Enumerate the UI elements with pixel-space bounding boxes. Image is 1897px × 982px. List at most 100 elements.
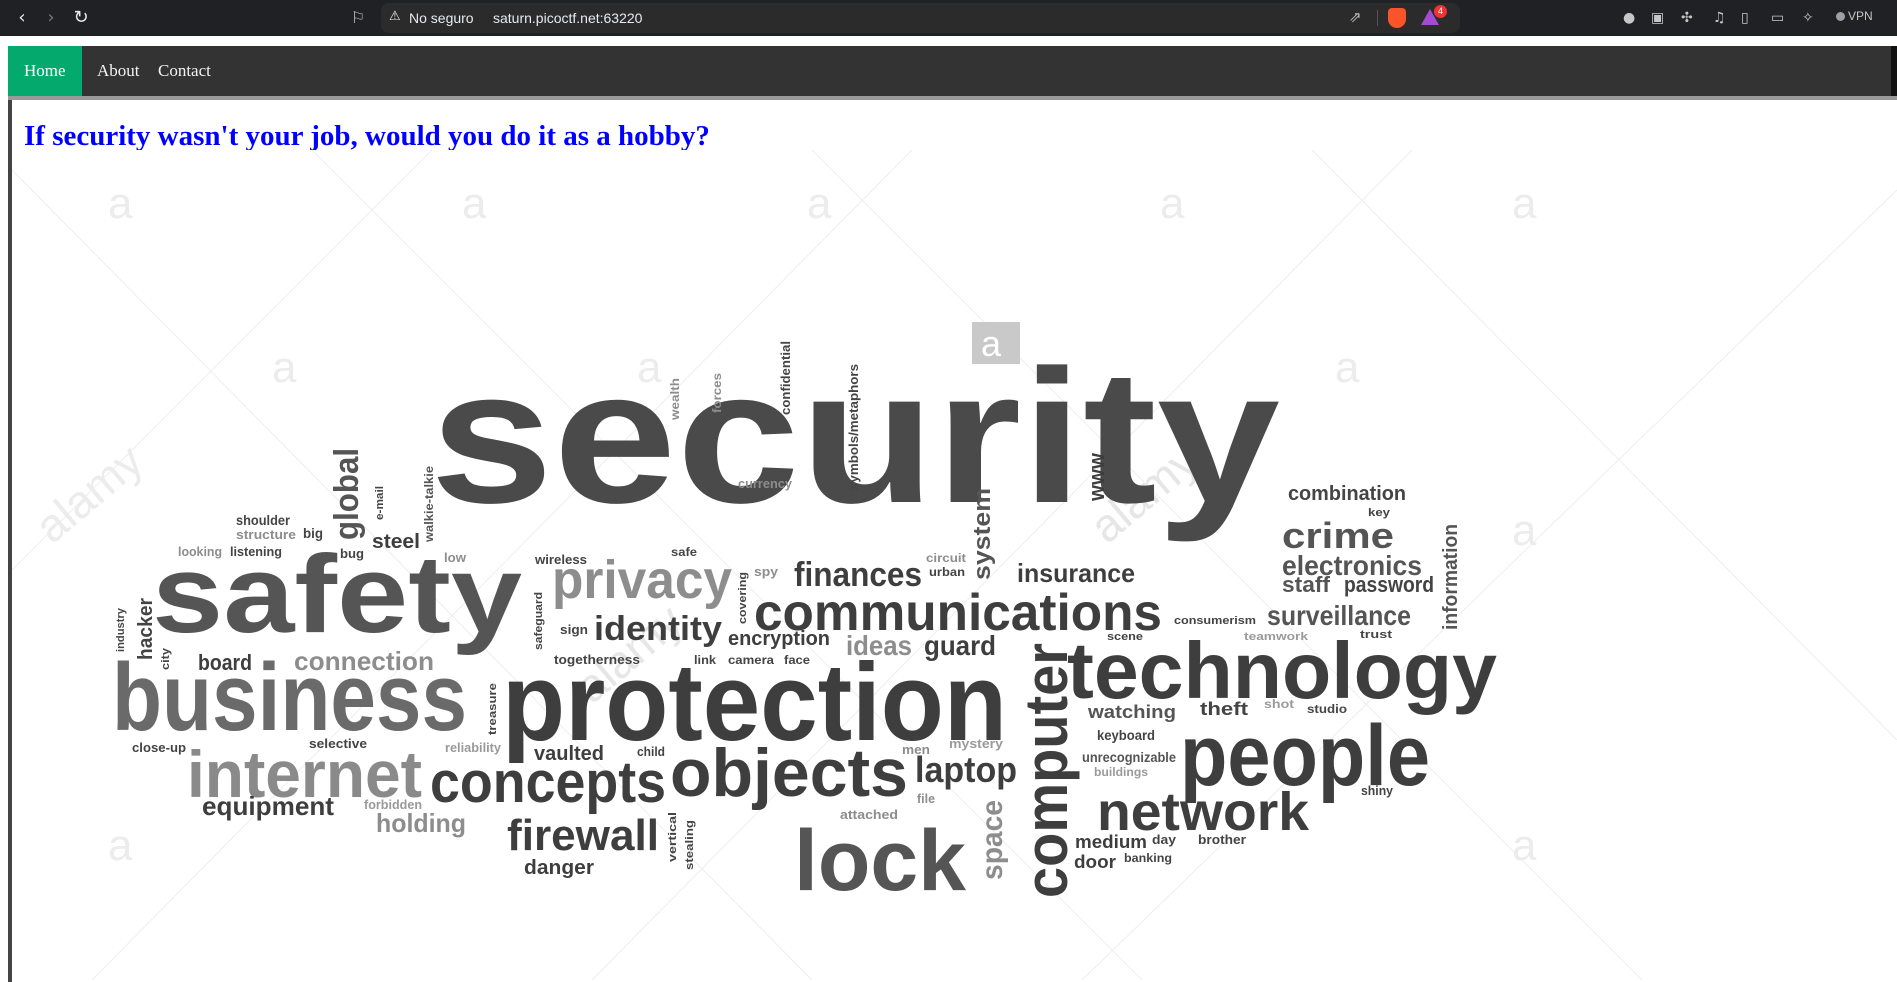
spacer bbox=[0, 36, 1897, 46]
bookmark-icon[interactable]: ⚐ bbox=[348, 7, 368, 29]
word-cloud-words: security safety business protection tech… bbox=[112, 331, 1498, 909]
word-ideas: ideas bbox=[846, 630, 912, 661]
word-wireless: wireless bbox=[534, 552, 587, 567]
word-shiny: shiny bbox=[1361, 783, 1394, 798]
watermark-a: a bbox=[108, 821, 133, 870]
nav-contact-link[interactable]: Contact bbox=[142, 46, 227, 96]
word-laptop: laptop bbox=[915, 749, 1017, 790]
word-togetherness: togetherness bbox=[554, 652, 640, 667]
reload-icon[interactable]: ↻ bbox=[70, 7, 92, 29]
watermark-a: a bbox=[1160, 179, 1185, 228]
word-equipment: equipment bbox=[202, 791, 334, 821]
watermark-a: a bbox=[1512, 821, 1537, 870]
top-navigation: Home About Contact bbox=[8, 46, 1897, 96]
word-structure: structure bbox=[236, 527, 296, 542]
word-banking: banking bbox=[1124, 851, 1172, 865]
word-consumerism: consumerism bbox=[1174, 615, 1256, 627]
word-low: low bbox=[444, 550, 467, 565]
url-text[interactable]: saturn.picoctf.net:63220 bbox=[493, 10, 642, 26]
chevron-right-icon[interactable]: › bbox=[40, 7, 62, 29]
word-shoulder: shoulder bbox=[236, 512, 290, 528]
word-reliability: reliability bbox=[445, 740, 502, 755]
sidebar-icon[interactable]: ▯ bbox=[1741, 8, 1749, 28]
extensions-icon[interactable]: ✣ bbox=[1681, 8, 1693, 28]
pdf-icon[interactable]: ▣ bbox=[1651, 8, 1664, 28]
word-unrecognizable: unrecognizable bbox=[1082, 749, 1176, 765]
word-finances: finances bbox=[794, 556, 922, 594]
watermark-a: a bbox=[272, 343, 297, 392]
word-spy: spy bbox=[754, 564, 779, 579]
word-stealing: stealing bbox=[684, 820, 696, 870]
word-holding: holding bbox=[376, 808, 466, 838]
word-camera: camera bbox=[728, 653, 774, 667]
chevron-left-icon[interactable]: ‹ bbox=[11, 7, 33, 29]
word-shot: shot bbox=[1264, 697, 1294, 711]
word-listening: listening bbox=[230, 544, 282, 559]
watermark-a: a bbox=[462, 179, 487, 228]
vpn-button[interactable]: VPN bbox=[1836, 9, 1873, 23]
word-treasure: treasure bbox=[487, 683, 499, 735]
watermark-alamy: alamy bbox=[25, 434, 152, 553]
warning-icon: ⚠ bbox=[389, 9, 401, 24]
browser-toolbar: ‹ › ↻ ⚐ ⚠ No seguro saturn.picoctf.net:6… bbox=[0, 0, 1897, 36]
share-icon[interactable]: ⇗ bbox=[1349, 8, 1362, 26]
wallet-icon[interactable]: ▭ bbox=[1771, 8, 1784, 28]
word-sign: sign bbox=[560, 622, 588, 637]
nav-home-link[interactable]: Home bbox=[8, 46, 82, 96]
word-city: city bbox=[160, 647, 172, 670]
page-heading: If security wasn't your job, would you d… bbox=[24, 120, 710, 152]
leo-ai-icon[interactable]: ✧ bbox=[1802, 8, 1814, 28]
cookie-icon[interactable]: ● bbox=[1623, 8, 1635, 28]
word-teamwork: teamwork bbox=[1244, 631, 1309, 643]
word-board: board bbox=[198, 650, 252, 675]
word-vaulted: vaulted bbox=[534, 743, 604, 765]
word-scene: scene bbox=[1107, 631, 1143, 643]
word-forbidden: forbidden bbox=[364, 797, 422, 812]
word-guard: guard bbox=[924, 630, 996, 661]
word-staff: staff bbox=[1282, 572, 1331, 597]
word-information: information bbox=[1440, 524, 1462, 630]
word-keyboard: keyboard bbox=[1097, 727, 1155, 743]
word-e-mail: e-mail bbox=[374, 486, 386, 520]
security-status[interactable]: No seguro bbox=[409, 10, 474, 26]
word-watching: watching bbox=[1087, 702, 1176, 722]
address-bar[interactable]: ⚠ No seguro saturn.picoctf.net:63220 ⇗ 4 bbox=[381, 3, 1460, 33]
word-confidential: confidential bbox=[778, 341, 793, 415]
watermark-a: a bbox=[807, 179, 832, 228]
word-industry: industry bbox=[115, 607, 127, 652]
word-wealth: wealth bbox=[668, 378, 682, 421]
word-child: child bbox=[637, 744, 665, 759]
word-day: day bbox=[1152, 832, 1177, 847]
watermark-a: a bbox=[1512, 179, 1537, 228]
word-attached: attached bbox=[840, 807, 898, 822]
word-file: file bbox=[917, 791, 935, 806]
word-surveillance: surveillance bbox=[1267, 600, 1411, 631]
word-walkie-talkie: walkie-talkie bbox=[422, 466, 436, 543]
word-identity: identity bbox=[594, 610, 722, 648]
word-computer: computer bbox=[1013, 643, 1080, 898]
word-safe: safe bbox=[671, 545, 697, 559]
word-covering: covering bbox=[737, 572, 749, 624]
word-close-up: close-up bbox=[132, 740, 186, 755]
watermark-a: a bbox=[108, 179, 133, 228]
word-cloud: a a a a a a a a a a a a alamy alamy alam… bbox=[12, 150, 1897, 981]
word-face: face bbox=[784, 653, 810, 667]
word-vertical: vertical bbox=[667, 812, 679, 862]
word-lock: lock bbox=[794, 813, 966, 909]
word-global: global bbox=[328, 448, 366, 540]
page-content: Home About Contact If security wasn't yo… bbox=[8, 46, 1897, 982]
word-system: system bbox=[969, 488, 996, 580]
word-password: password bbox=[1344, 572, 1434, 597]
word-hacker: hacker bbox=[135, 598, 157, 660]
brave-shields-icon[interactable] bbox=[1388, 8, 1406, 28]
music-icon[interactable]: ♫ bbox=[1713, 8, 1726, 28]
word-danger: danger bbox=[524, 857, 594, 879]
word-encryption: encryption bbox=[728, 628, 830, 650]
word-currency: currency bbox=[738, 476, 793, 491]
word-buildings: buildings bbox=[1094, 765, 1148, 779]
word-combination: combination bbox=[1288, 483, 1406, 505]
word-theft: theft bbox=[1200, 699, 1248, 719]
word-connection: connection bbox=[294, 646, 434, 676]
word-selective: selective bbox=[309, 736, 367, 751]
divider bbox=[1891, 46, 1897, 100]
